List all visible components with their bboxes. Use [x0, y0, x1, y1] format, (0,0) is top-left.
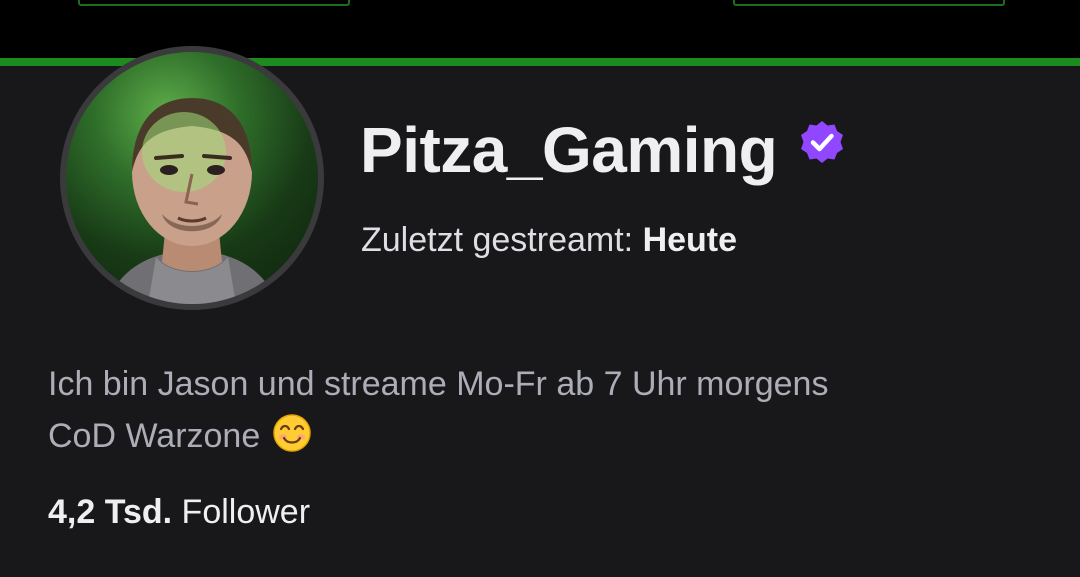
smiling-face-icon — [272, 413, 312, 453]
bio-line-2: CoD Warzone — [48, 417, 261, 455]
person-icon — [106, 98, 278, 304]
verified-badge-icon[interactable] — [799, 119, 845, 165]
last-streamed-value: Heute — [642, 221, 738, 259]
profile-avatar-image — [66, 52, 318, 304]
bio-line-1: Ich bin Jason und streame Mo-Fr ab 7 Uhr… — [48, 365, 829, 403]
channel-name-row: Pitza_Gaming — [360, 110, 845, 190]
last-streamed-label: Zuletzt gestreamt: — [361, 221, 634, 259]
channel-profile-page: Pitza_Gaming Zuletzt gestreamt: Heute Ic… — [0, 0, 1080, 577]
channel-name[interactable]: Pitza_Gaming — [360, 110, 778, 190]
avatar[interactable] — [60, 46, 324, 310]
channel-bio: Ich bin Jason und streame Mo-Fr ab 7 Uhr… — [48, 358, 1058, 462]
banner-tab-left[interactable] — [78, 0, 350, 6]
follower-count: 4,2 Tsd. Follower — [48, 490, 310, 534]
follower-count-value: 4,2 Tsd. — [48, 493, 173, 531]
bio-line-2-row: CoD Warzone — [48, 410, 1058, 462]
follower-count-label: Follower — [181, 493, 311, 531]
last-streamed: Zuletzt gestreamt: Heute — [361, 218, 737, 262]
banner-tab-right[interactable] — [733, 0, 1005, 6]
